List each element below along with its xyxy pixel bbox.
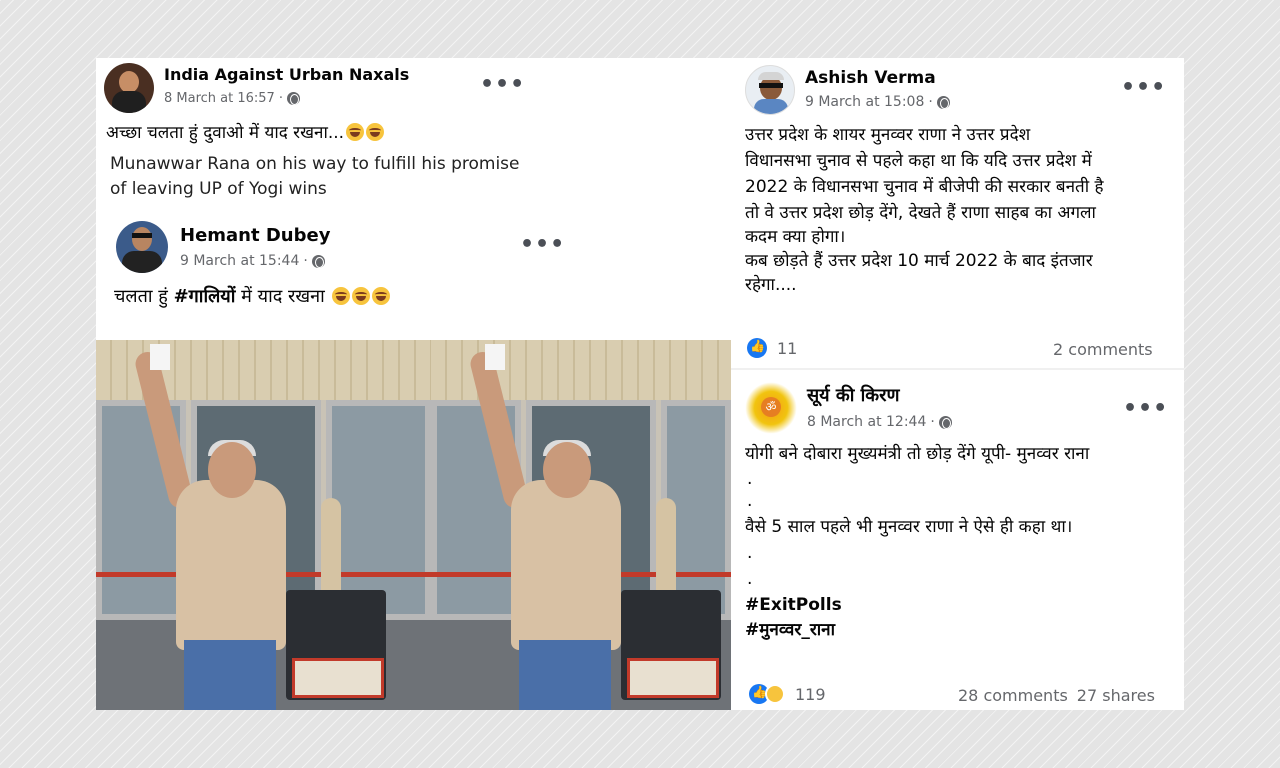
shared-text-before: चलता हुं (114, 286, 174, 307)
post-surya-ki-kiran: ॐ सूर्य की किरण 8 March at 12:44 · ••• य… (731, 368, 1184, 710)
haha-reaction-icon (765, 684, 785, 704)
more-options-icon[interactable]: ••• (1121, 77, 1166, 99)
shared-post-meta: 9 March at 15:44 · (180, 253, 325, 269)
laughing-emoji-icon (352, 287, 371, 305)
globe-icon (938, 415, 952, 429)
more-options-icon[interactable]: ••• (480, 74, 525, 96)
author-avatar[interactable] (104, 63, 154, 113)
shares-count[interactable]: 27 shares (1077, 686, 1155, 705)
author-avatar[interactable] (745, 65, 795, 115)
post-timestamp[interactable]: 9 March at 15:08 (805, 94, 924, 110)
laughing-emoji-icon (332, 287, 351, 305)
laughing-emoji-icon (346, 123, 365, 141)
post-meta: 9 March at 15:08 · (805, 94, 950, 110)
reactions-summary[interactable]: 11 (747, 338, 797, 358)
post-india-against-urban-naxals: India Against Urban Naxals 8 March at 16… (96, 58, 731, 710)
author-avatar[interactable]: ॐ (745, 382, 797, 434)
shared-text-after: में याद रखना (235, 286, 331, 307)
post-line: योगी बने दोबारा मुख्यमंत्री तो छोड़ देंग… (745, 444, 1090, 464)
separator-dot: · (930, 414, 935, 430)
post-line: कदम क्या होगा। (745, 227, 846, 247)
separator-dot: · (278, 91, 283, 106)
post-line: विधानसभा चुनाव से पहले कहा था कि यदि उत्… (745, 151, 1092, 171)
post-photo[interactable] (431, 340, 731, 710)
shared-post-timestamp[interactable]: 9 March at 15:44 (180, 253, 299, 269)
author-name[interactable]: Ashish Verma (805, 68, 936, 88)
quote-line-1: Munawwar Rana on his way to fulfill his … (110, 154, 520, 174)
separator-dot: · (928, 94, 933, 110)
post-line: . (747, 491, 753, 511)
shared-author-name[interactable]: Hemant Dubey (180, 225, 330, 246)
hashtag-link[interactable]: #मुनव्वर_राना (745, 617, 835, 643)
post-timestamp[interactable]: 8 March at 16:57 (164, 91, 275, 106)
globe-icon (311, 254, 325, 268)
post-photo[interactable] (96, 340, 431, 710)
post-caption: अच्छा चलता हुं दुवाओ में याद रखना... (106, 120, 385, 146)
author-name[interactable]: सूर्य की किरण (807, 383, 900, 407)
post-line: तो वे उत्तर प्रदेश छोड़ देंगे, देखते हैं… (745, 203, 1096, 223)
shared-post-text: चलता हुं #गालियों में याद रखना (114, 284, 391, 310)
post-ashish-verma: Ashish Verma 9 March at 15:08 · ••• उत्त… (731, 58, 1184, 368)
post-meta: 8 March at 12:44 · (807, 414, 952, 430)
comments-count[interactable]: 28 comments (958, 686, 1068, 705)
hashtag-link[interactable]: #ExitPolls (745, 592, 842, 618)
reactions-summary[interactable]: 119 (749, 684, 826, 704)
post-line: वैसे 5 साल पहले भी मुनव्वर राणा ने ऐसे ह… (745, 517, 1073, 537)
more-options-icon[interactable]: ••• (1123, 398, 1168, 420)
globe-icon (936, 95, 950, 109)
reaction-count: 11 (777, 338, 798, 358)
laughing-emoji-icon (366, 123, 385, 141)
post-line: उत्तर प्रदेश के शायर मुनव्वर राणा ने उत्… (745, 125, 1031, 145)
post-line: . (747, 543, 753, 563)
comments-link[interactable]: 2 comments (1053, 340, 1153, 359)
quote-line-2: of leaving UP of Yogi wins (110, 179, 327, 199)
separator-dot: · (303, 253, 308, 269)
post-line: 2022 के विधानसभा चुनाव में बीजेपी की सरक… (745, 177, 1104, 197)
more-options-icon[interactable]: ••• (520, 234, 565, 256)
like-reaction-icon (747, 338, 767, 358)
reaction-count: 119 (795, 684, 826, 704)
author-name[interactable]: India Against Urban Naxals (164, 65, 409, 84)
post-line: कब छोड़ते हैं उत्तर प्रदेश 10 मार्च 2022… (745, 251, 1093, 271)
hashtag-link[interactable]: #गालियों (174, 286, 236, 307)
shared-author-avatar[interactable] (116, 221, 168, 273)
comments-count[interactable]: 2 comments (1053, 340, 1153, 359)
post-line: रहेगा.... (745, 275, 797, 295)
post-line: . (747, 569, 753, 589)
globe-icon (286, 92, 300, 105)
post-timestamp[interactable]: 8 March at 12:44 (807, 414, 926, 430)
post-meta: 8 March at 16:57 · (164, 91, 300, 106)
caption-text: अच्छा चलता हुं दुवाओ में याद रखना... (106, 123, 345, 143)
engagement-stats: 28 comments 27 shares (958, 686, 1155, 705)
laughing-emoji-icon (372, 287, 391, 305)
